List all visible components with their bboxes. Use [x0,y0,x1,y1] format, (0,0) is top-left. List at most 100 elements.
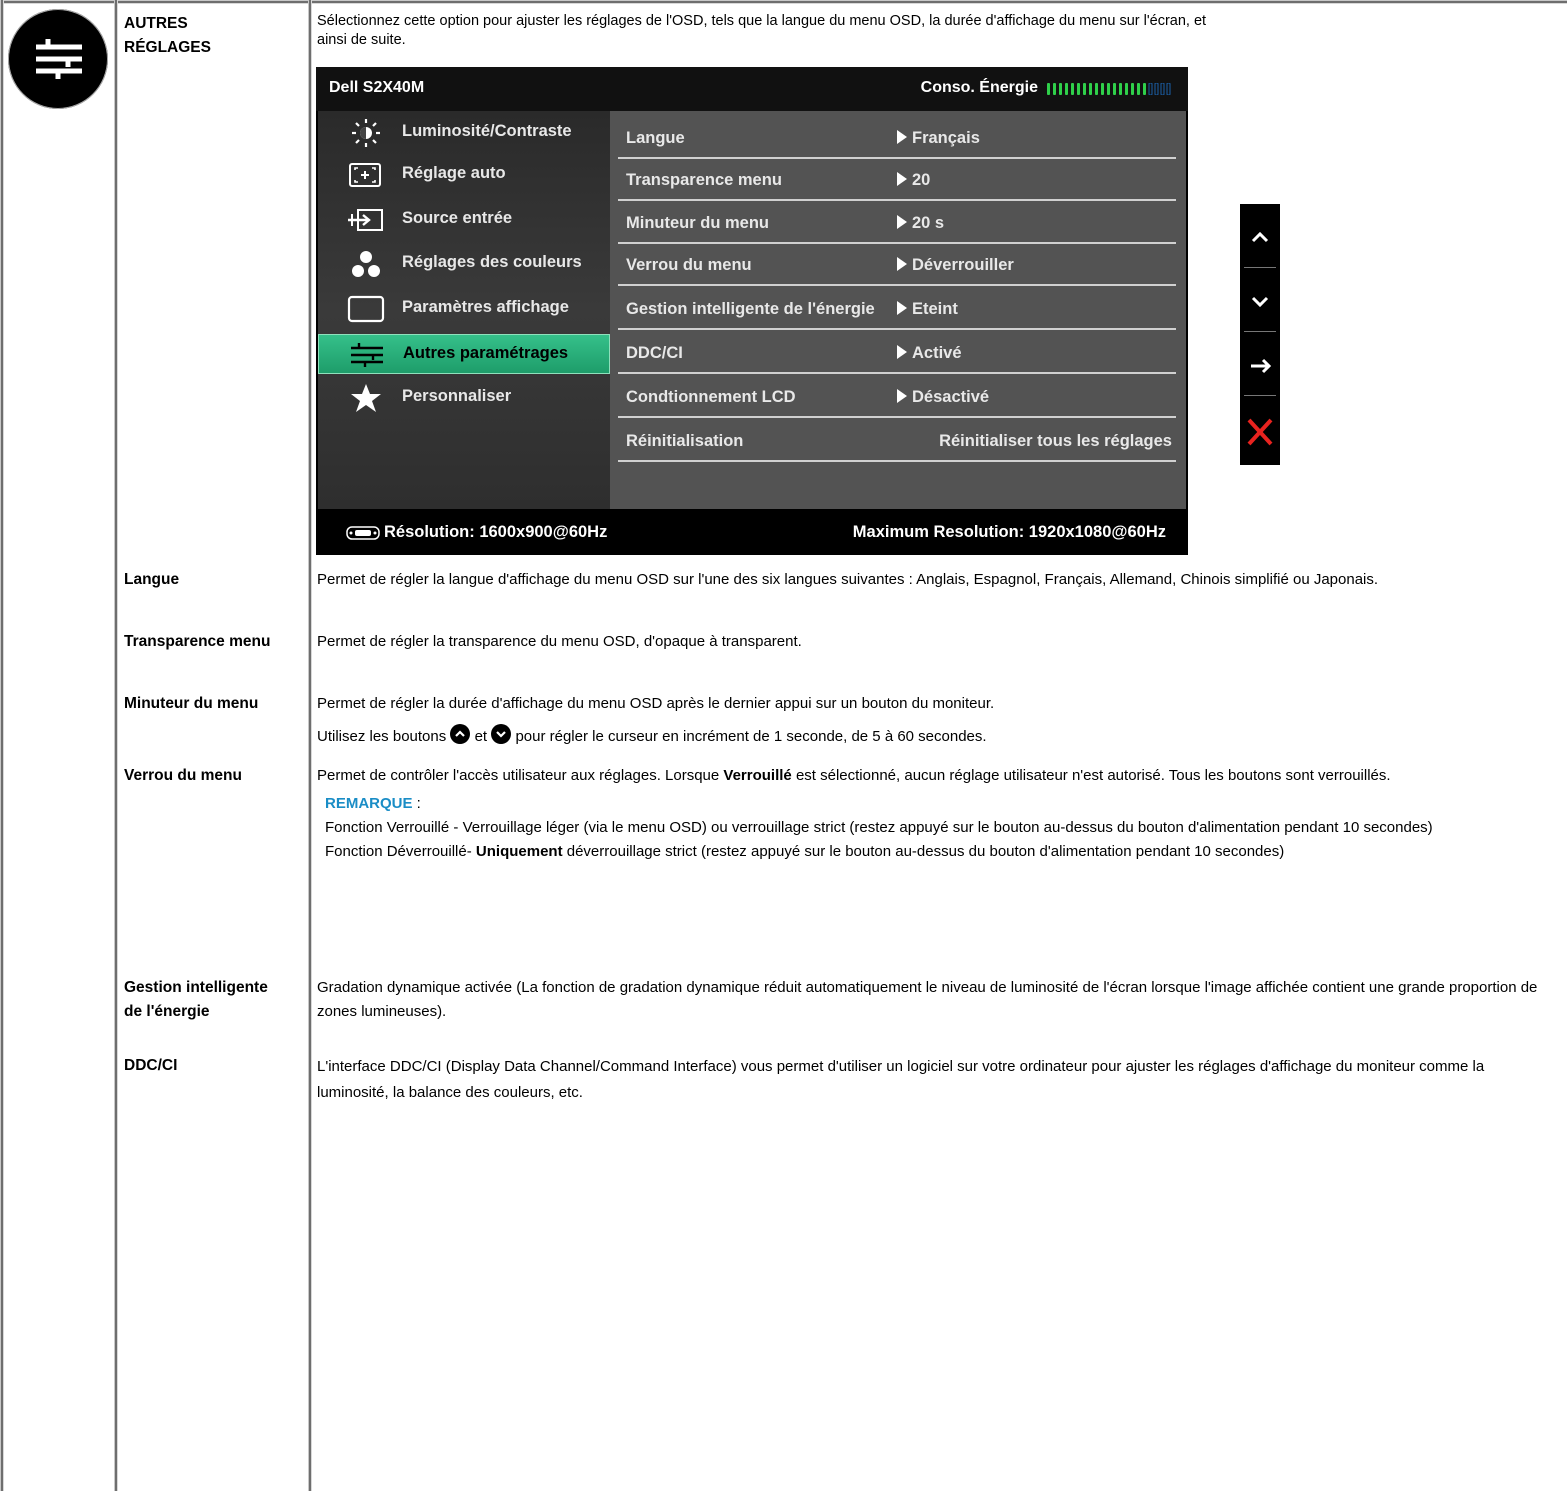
close-icon [1247,418,1273,446]
energy-segment [1119,83,1122,95]
osd-menu-item-personalize[interactable]: Personnaliser [318,378,608,418]
osd-resolution: Résolution: 1600x900@60Hz [384,523,608,541]
osd-setting-value: Réinitialiser tous les réglages [939,432,1172,450]
note-block: REMARQUE : Fonction Verrouillé - Verroui… [325,795,1433,860]
table-column-divider-2 [308,0,312,1491]
term-transparence: Transparence menu [124,633,271,650]
osd-menu-item-label: Paramètres affichage [402,298,569,316]
osd-setting-label: Langue [626,129,685,147]
osd-menu-item-color-settings[interactable]: Réglages des couleurs [318,244,608,284]
star-icon [351,384,381,412]
osd-setting-row[interactable]: Verrou du menu Déverrouiller [618,244,1176,286]
osd-setting-row[interactable]: Langue Français [618,117,1176,159]
osd-menu-item-label: Réglages des couleurs [402,253,582,271]
energy-segment [1101,83,1104,95]
osd-menu-item-display-settings[interactable]: Paramètres affichage [318,289,608,329]
osd-menu-item-brightness[interactable]: Luminosité/Contraste [318,113,608,153]
osd-menu-item-label: Réglage auto [402,164,506,182]
exit-button[interactable] [1240,396,1280,465]
arrow-right-icon [897,389,907,403]
energy-segment [1148,83,1153,95]
osd-setting-value: 20 [912,171,931,189]
osd-setting-row[interactable]: Condtionnement LCD Désactivé [618,376,1176,418]
osd-setting-row[interactable]: Minuteur du menu 20 s [618,202,1176,244]
osd-setting-value: Français [912,129,980,147]
osd-setting-label: Réinitialisation [626,432,744,450]
energy-segment [1166,83,1171,95]
osd-menu-list: Luminosité/Contraste Réglage auto Source… [318,111,610,509]
up-button-icon [450,724,471,744]
osd-setting-row[interactable]: DDC/CI Activé [618,332,1176,374]
desc-ddc: L'interface DDC/CI (Display Data Channel… [317,1058,1485,1101]
osd-header: Dell S2X40M Conso. Énergie [316,67,1188,111]
osd-menu-item-auto-adjust[interactable]: Réglage auto [318,155,608,195]
osd-energy-label: Conso. Énergie [920,79,1038,96]
arrow-right-icon [897,215,907,229]
osd-model-name: Dell S2X40M [329,79,425,96]
energy-segment [1131,83,1134,95]
osd-setting-row[interactable]: Gestion intelligente de l'énergie Eteint [618,288,1176,330]
brightness-icon [352,119,380,147]
osd-setting-row[interactable]: Transparence menu 20 [618,159,1176,201]
display-settings-icon [347,295,385,323]
other-settings-icon [351,343,383,367]
energy-segment [1089,83,1092,95]
desc-transparence: Permet de régler la transparence du menu… [317,633,802,650]
osd-menu-item-label: Source entrée [402,209,513,227]
energy-segment [1065,83,1068,95]
osd-menu-item-label: Luminosité/Contraste [402,122,572,140]
energy-segment [1077,83,1080,95]
energy-segment [1083,83,1086,95]
up-button[interactable] [1240,204,1280,268]
energy-segment [1154,83,1159,95]
down-arrow-icon [1251,296,1269,308]
osd-setting-value: Eteint [912,300,958,318]
down-button-icon [491,724,512,744]
arrow-right-icon [897,172,907,186]
osd-keypad [1240,204,1280,465]
osd-setting-label: Gestion intelligente de l'énergie [626,300,875,318]
arrow-right-icon [897,257,907,271]
osd-menu-screenshot: Dell S2X40M Conso. Énergie Luminosité/Co… [316,67,1188,555]
energy-segment [1143,83,1146,95]
desc-verrou: Permet de contrôler l'accès utilisateur … [317,764,1547,864]
energy-segment [1125,83,1128,95]
osd-setting-value: 20 s [912,214,945,232]
osd-setting-value: Déverrouiller [912,256,1014,274]
term-langue: Langue [124,571,180,588]
energy-segment [1053,83,1056,95]
term-ddc: DDC/CI [124,1057,178,1074]
osd-setting-label: Transparence menu [626,171,782,189]
auto-adjust-icon [349,163,381,187]
osd-setting-value: Activé [912,344,962,362]
arrow-right-icon [897,345,907,359]
note-label: REMARQUE [325,795,413,812]
osd-setting-row[interactable]: Réinitialisation Réinitialiser tous les … [618,420,1176,462]
table-column-divider-1 [114,0,118,1491]
osd-footer: Résolution: 1600x900@60Hz Maximum Resolu… [316,509,1188,555]
energy-segment [1059,83,1062,95]
energy-segment [1071,83,1074,95]
arrow-right-icon [897,130,907,144]
section-title: AUTRES RÉGLAGES [124,15,211,56]
energy-segment [1095,83,1098,95]
osd-menu-item-label: Personnaliser [402,387,512,405]
desc-gestion: Gradation dynamique activée (La fonction… [317,979,1538,1020]
term-minuteur: Minuteur du menu [124,695,259,712]
osd-settings-panel: Langue Français Transparence menu 20 Min… [610,111,1186,509]
enter-button[interactable] [1240,332,1280,396]
osd-menu-item-input-source[interactable]: Source entrée [318,200,608,240]
osd-setting-label: Verrou du menu [626,256,752,274]
term-verrou: Verrou du menu [124,767,242,784]
osd-setting-value: Désactivé [912,388,990,406]
down-button[interactable] [1240,268,1280,332]
energy-segment [1047,83,1050,95]
section-intro: Sélectionnez cette option pour ajuster l… [317,13,1207,48]
other-settings-icon [8,9,108,109]
up-arrow-icon [1251,231,1269,243]
osd-setting-label: Minuteur du menu [626,214,769,232]
right-arrow-icon [1251,358,1272,374]
energy-segment [1137,83,1140,95]
desc-langue: Permet de régler la langue d'affichage d… [317,571,1379,588]
osd-menu-item-other-settings[interactable]: Autres paramétrages [318,334,610,374]
